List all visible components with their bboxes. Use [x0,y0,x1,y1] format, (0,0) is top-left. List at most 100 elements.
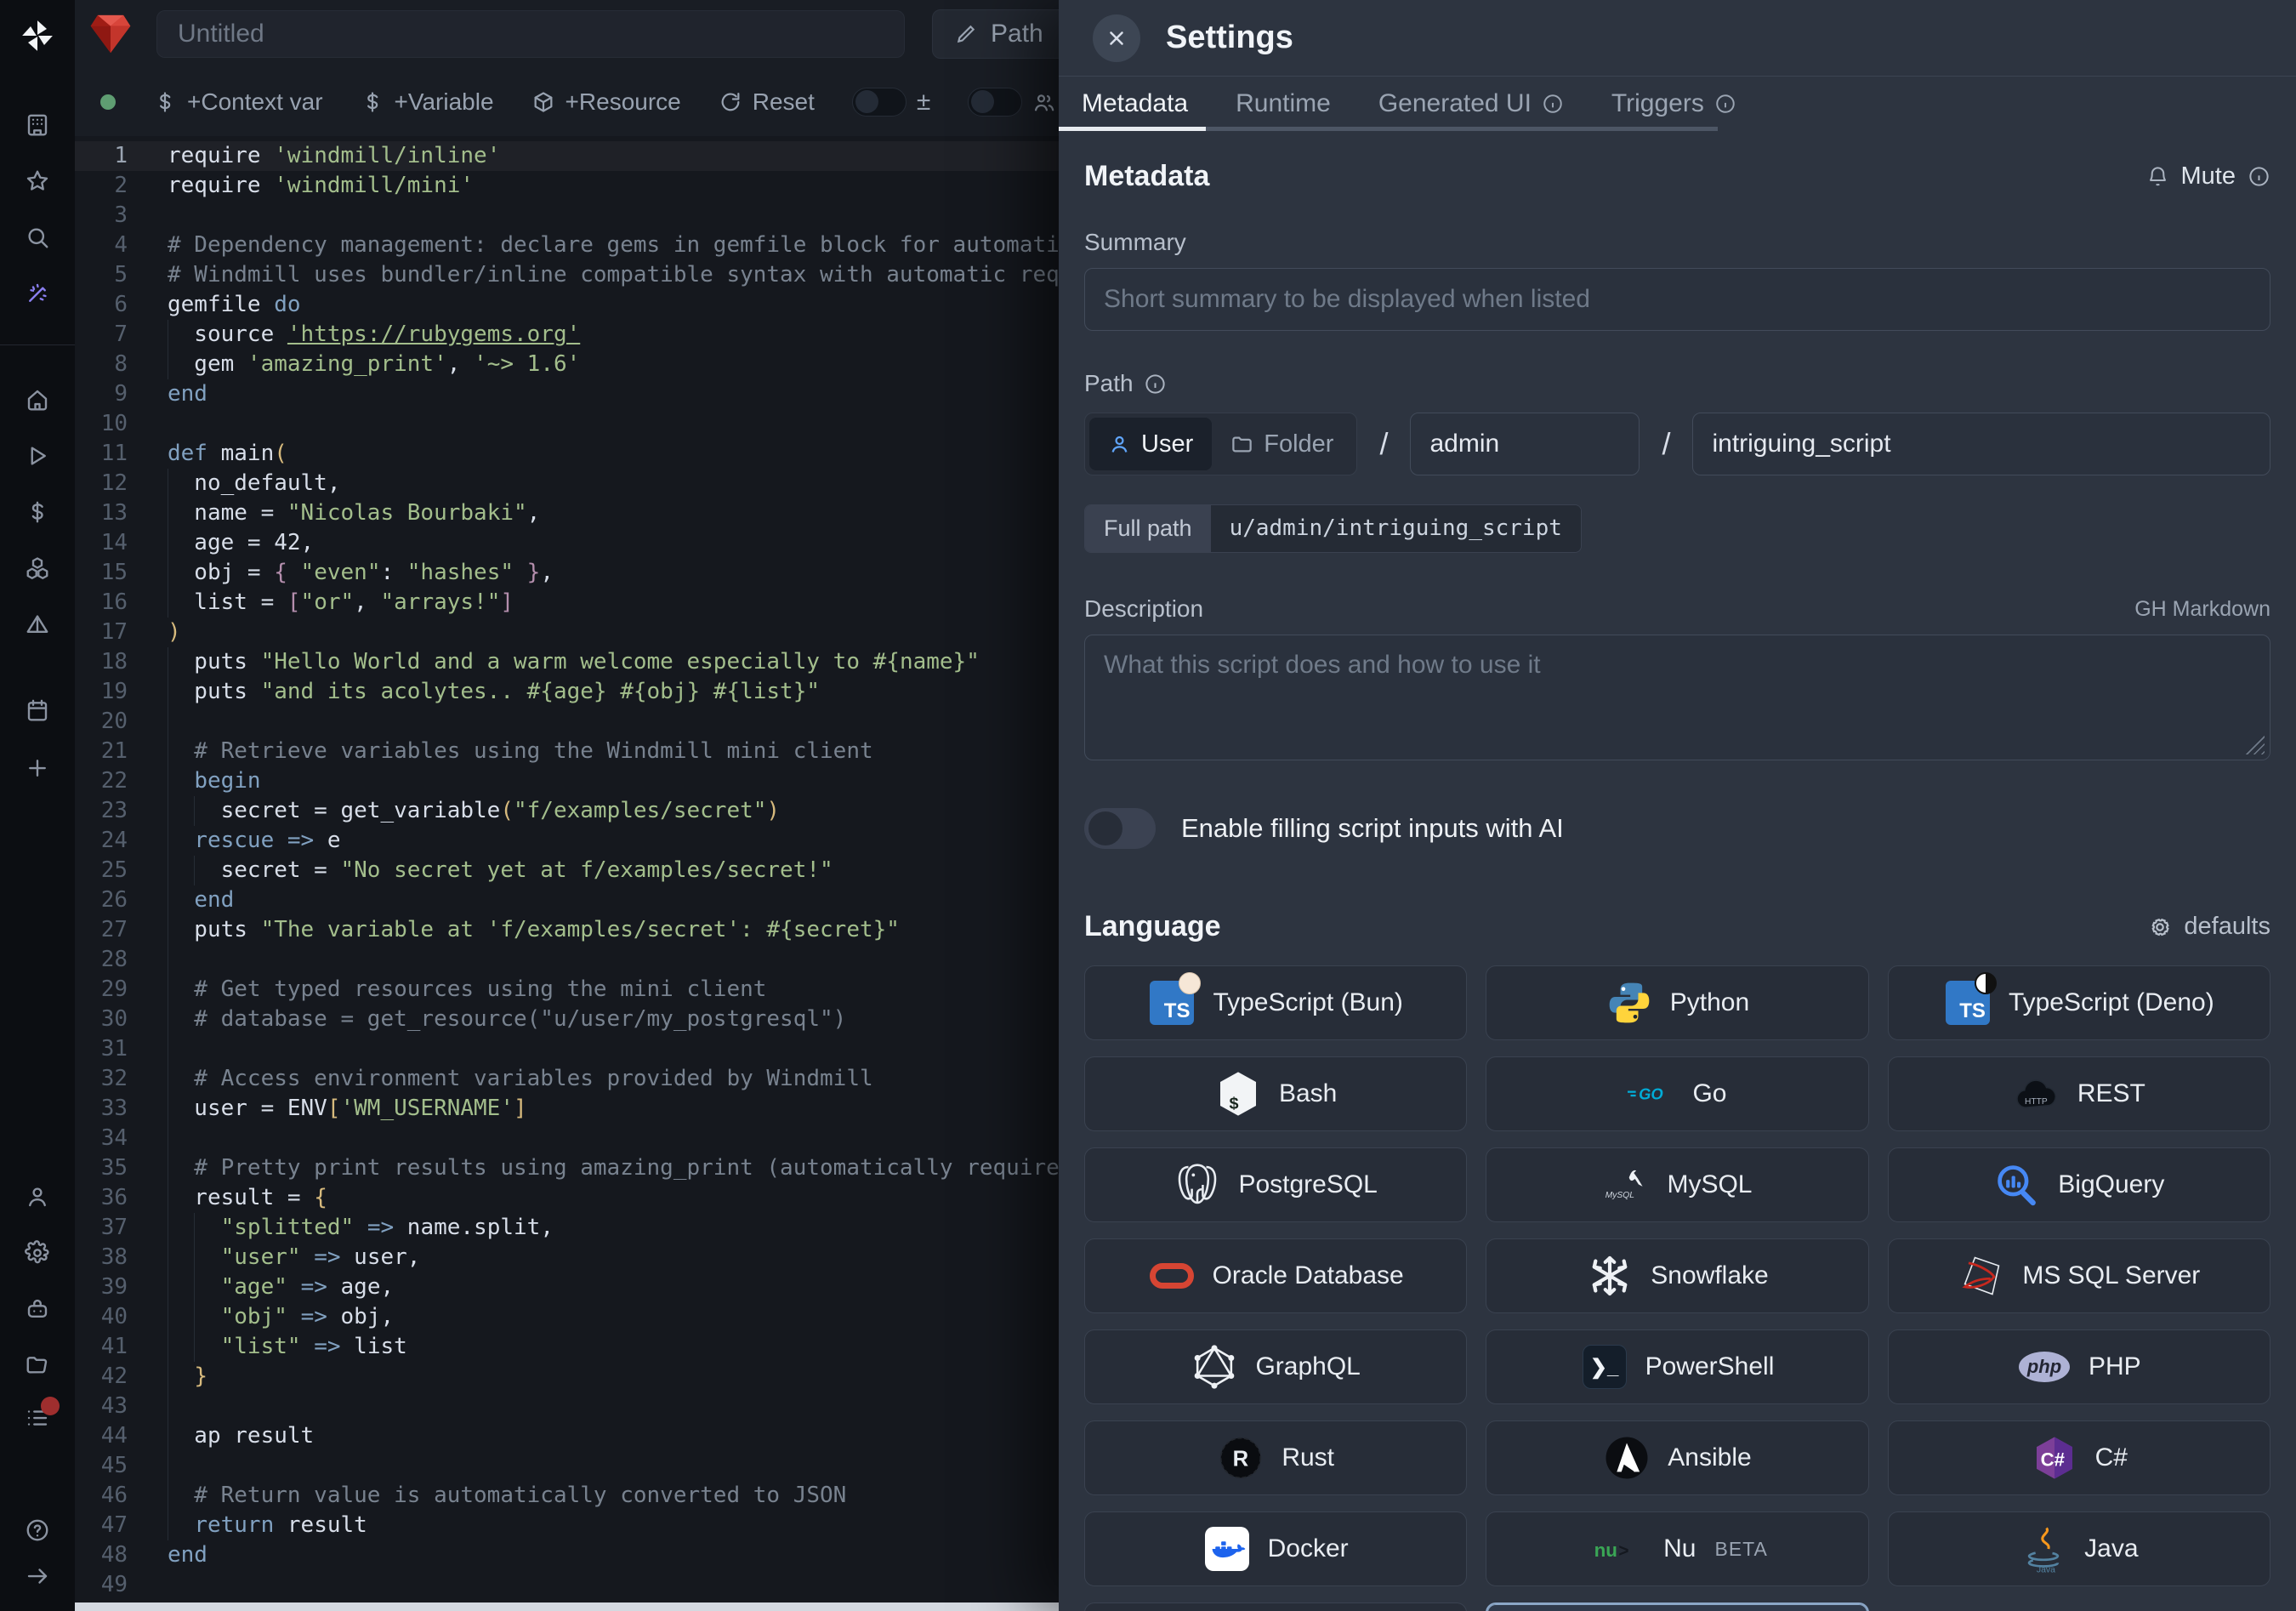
line-number: 32 [75,1064,128,1094]
line-content: ap result [168,1421,314,1451]
owner-kind-user[interactable]: User [1089,418,1212,470]
sidebar-building-icon[interactable] [0,112,75,138]
summary-input[interactable]: Short summary to be displayed when liste… [1084,268,2270,331]
line-content: source 'https://rubygems.org' [168,320,580,350]
language-typescript-deno--button[interactable]: TSTypeScript (Deno) [1888,965,2270,1040]
line-number: 3 [75,201,128,231]
tab-generated-ui[interactable]: Generated UI [1378,89,1564,118]
language-typescript-bun--button[interactable]: TSTypeScript (Bun) [1084,965,1467,1040]
full-path-value: u/admin/intriguing_script [1211,505,1581,552]
sidebar-home-icon[interactable] [0,387,75,413]
windmill-logo-icon[interactable] [0,17,75,54]
language-bigquery-button[interactable]: BigQuery [1888,1147,2270,1222]
language-duckdb-button[interactable]: DuckDB [1084,1602,1467,1611]
sidebar-plus-icon[interactable] [0,755,75,781]
line-number: 8 [75,350,128,379]
line-content: "obj" => obj, [168,1302,394,1332]
path-editor-row: User Folder / admin / intriguing_script [1084,413,2270,475]
resize-grip[interactable] [2246,736,2265,754]
line-content: end [168,1540,207,1570]
owner-kind-folder[interactable]: Folder [1212,418,1352,470]
info-icon[interactable] [1144,373,1167,396]
sidebar-folder-icon[interactable] [0,1352,75,1378]
info-icon[interactable] [2248,165,2270,188]
sidebar-star-icon[interactable] [0,168,75,194]
language-python-button[interactable]: Python [1486,965,1868,1040]
full-path-label: Full path [1085,505,1211,552]
sidebar-list-icon[interactable] [0,1405,75,1431]
ai-fill-toggle[interactable] [1084,808,1156,849]
line-content: gemfile do [168,290,301,320]
line-number: 16 [75,588,128,618]
svg-text:$: $ [1229,1095,1238,1113]
description-label: Description [1084,595,1203,623]
sidebar-robot-icon[interactable] [0,1296,75,1322]
sidebar-play-icon[interactable] [0,443,75,469]
toolbar-button--variable[interactable]: +Variable [361,88,494,116]
svg-text:nu: nu [1594,1540,1617,1561]
language-ruby-button[interactable]: RubyBETA [1486,1602,1868,1611]
language-powershell-button[interactable]: ❯_PowerShell [1486,1329,1868,1404]
close-settings-button[interactable] [1093,14,1140,62]
language-c#-button[interactable]: C#C# [1888,1420,2270,1495]
tab-triggers[interactable]: Triggers [1611,89,1736,118]
toolbar-button--resource[interactable]: +Resource [531,88,681,116]
line-number: 29 [75,975,128,1005]
tab-metadata[interactable]: Metadata [1082,89,1188,118]
language-graphql-button[interactable]: GraphQL [1084,1329,1467,1404]
line-number: 19 [75,677,128,707]
line-number: 2 [75,171,128,201]
line-number: 5 [75,260,128,290]
toolbar-button--context-var[interactable]: +Context var [153,88,323,116]
path-name-input[interactable]: intriguing_script [1692,413,2270,475]
tab-underline-track [1206,127,1718,131]
line-content: "user" => user, [168,1243,420,1272]
sidebar-gear-icon[interactable] [0,1240,75,1266]
language-mysql-button[interactable]: MySQLMySQL [1486,1147,1868,1222]
language-nu-button[interactable]: nu>NuBETA [1486,1511,1868,1586]
svg-text:HTTP: HTTP [2025,1097,2048,1107]
language-rust-button[interactable]: RRust [1084,1420,1467,1495]
language-ms-sql-server-button[interactable]: MS SQL Server [1888,1238,2270,1313]
language-rest-button[interactable]: HTTPREST [1888,1056,2270,1131]
language-go-button[interactable]: GOGo [1486,1056,1868,1131]
sidebar-user-icon[interactable] [0,1184,75,1210]
bottom-drawer-handle[interactable] [75,1602,1059,1611]
script-title-input[interactable]: Untitled [156,10,905,58]
toolbar-toggle-people[interactable] [968,88,1056,117]
language-docker-button[interactable]: Docker [1084,1511,1467,1586]
description-textarea[interactable]: What this script does and how to use it [1084,635,2270,760]
line-content: # database = get_resource("u/user/my_pos… [168,1005,846,1034]
language-bash-button[interactable]: $Bash [1084,1056,1467,1131]
language-php-button[interactable]: phpPHP [1888,1329,2270,1404]
sidebar-help-icon[interactable] [0,1517,75,1543]
sidebar-arrow-right-icon[interactable] [0,1563,75,1589]
language-ansible-button[interactable]: Ansible [1486,1420,1868,1495]
language-snowflake-button[interactable]: Snowflake [1486,1238,1868,1313]
toolbar-toggle-plusminus[interactable]: ± [852,88,930,117]
sidebar-wand-icon[interactable] [0,281,75,306]
sidebar-calendar-icon[interactable] [0,697,75,723]
line-content: secret = get_variable("f/examples/secret… [168,796,780,826]
sidebar-prism-icon[interactable] [0,612,75,637]
svg-text:R: R [1233,1447,1249,1471]
sidebar-search-icon[interactable] [0,225,75,250]
toolbar-button-reset[interactable]: Reset [719,88,815,116]
line-number: 38 [75,1243,128,1272]
line-number: 1 [75,141,128,171]
path-owner-input[interactable]: admin [1410,413,1640,475]
line-content: "list" => list [168,1332,407,1362]
language-postgresql-button[interactable]: PostgreSQL [1084,1147,1467,1222]
language-oracle-database-button[interactable]: Oracle Database [1084,1238,1467,1313]
sidebar-dollar-icon[interactable] [0,499,75,525]
tab-runtime[interactable]: Runtime [1236,89,1331,118]
mute-label: Mute [2181,162,2236,191]
language-grid: TSTypeScript (Bun) Python TSTypeScript (De… [1084,965,2270,1611]
language-java-button[interactable]: JavaJava [1888,1511,2270,1586]
line-number: 11 [75,439,128,469]
line-number: 46 [75,1481,128,1511]
path-separator: / [1379,426,1388,462]
sidebar-cubes-icon[interactable] [0,555,75,581]
mute-control[interactable]: Mute [2146,162,2270,191]
language-defaults-button[interactable]: defaults [2148,913,2270,941]
